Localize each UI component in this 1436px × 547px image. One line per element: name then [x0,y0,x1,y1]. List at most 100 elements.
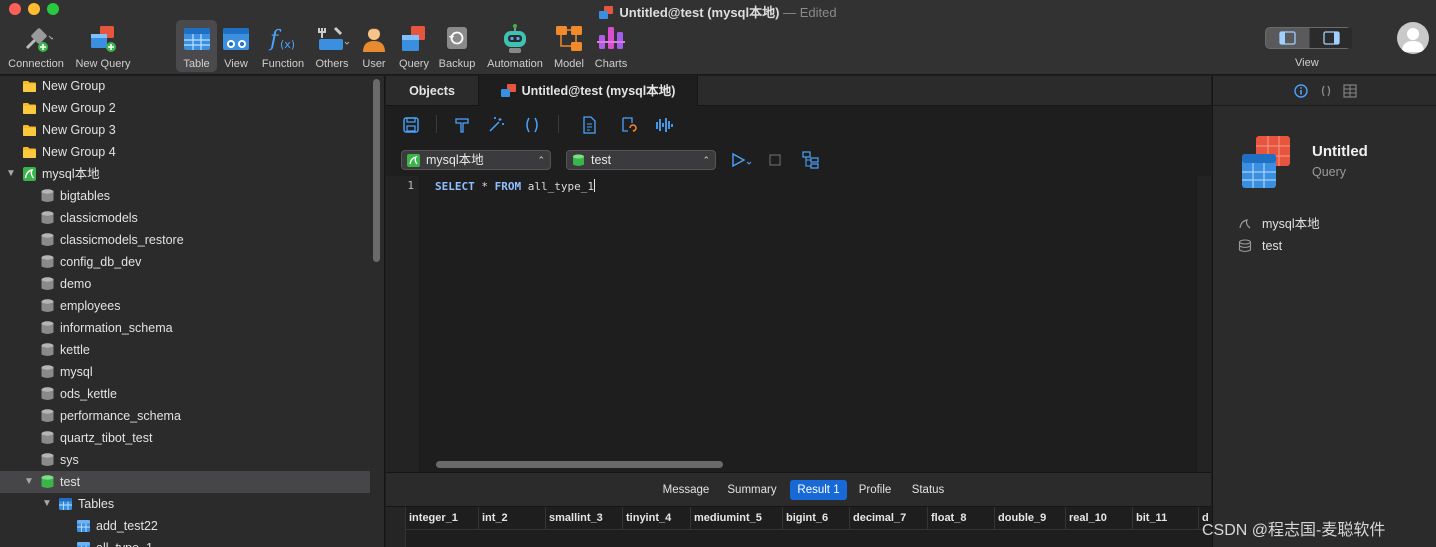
ddl-icon[interactable] [1319,84,1333,98]
new-query-label: New Query [75,58,131,70]
sidebar-database[interactable]: information_schema [0,317,370,339]
query-document-icon [599,6,614,19]
disclosure-arrow-icon[interactable]: ▼ [6,163,16,185]
account-avatar[interactable] [1397,22,1429,54]
result-grid: integer_1 int_2 smallint_3 tinyint_4 mediumi… [386,506,1219,547]
result-tab-summary[interactable]: Summary [720,480,784,500]
sidebar-group[interactable]: New Group 2 [0,97,370,119]
user-button[interactable]: User [357,20,391,72]
result-tab-label: Message [662,484,710,496]
result-tab-profile[interactable]: Profile [852,480,898,500]
sidebar-database[interactable]: mysql [0,361,370,383]
format-icon[interactable] [452,115,472,135]
explain-icon[interactable] [802,151,820,169]
parentheses-icon[interactable] [522,115,542,135]
tree-item-label: information_schema [60,321,173,335]
sidebar-database[interactable]: employees [0,295,370,317]
stop-icon[interactable] [769,154,781,166]
title-bar: Untitled@test (mysql本地) — Edited Connect… [0,0,1436,75]
sidebar-scrollbar[interactable] [373,79,380,262]
tab-objects[interactable]: Objects [386,76,479,106]
sidebar-database[interactable]: sys [0,449,370,471]
export-result-icon[interactable] [618,115,638,135]
info-icon[interactable] [1294,84,1308,98]
person-icon [1402,28,1424,52]
column-header[interactable]: mediumint_5 [691,507,783,529]
charts-button[interactable]: Charts [592,20,630,72]
query-label: Query [399,58,429,70]
new-query-button[interactable]: New Query [72,20,134,72]
disclosure-arrow-icon[interactable]: ▼ [24,471,34,493]
sidebar-connection[interactable]: ▼ mysql本地 [0,163,370,185]
column-header[interactable]: decimal_7 [850,507,928,529]
model-button[interactable]: Model [550,20,588,72]
sidebar-database[interactable]: ods_kettle [0,383,370,405]
backup-button[interactable]: Backup [436,20,478,72]
column-header[interactable]: smallint_3 [546,507,623,529]
toggle-right-panel-button[interactable] [1309,28,1352,48]
database-icon [41,387,54,400]
sidebar-database[interactable]: kettle [0,339,370,361]
column-header[interactable]: bigint_6 [783,507,850,529]
save-icon[interactable] [401,115,421,135]
run-icon[interactable] [730,152,752,168]
column-header[interactable]: float_8 [928,507,995,529]
tree-item-label: demo [60,277,92,291]
column-header[interactable]: bit_11 [1133,507,1199,529]
view-button[interactable]: View [218,20,254,72]
editor-horizontal-scrollbar[interactable] [436,461,723,468]
function-button[interactable]: f (x) Function [258,20,308,72]
object-type: Query [1312,165,1347,179]
disclosure-arrow-icon[interactable]: ▼ [42,493,52,515]
column-header[interactable]: double_9 [995,507,1066,529]
sidebar-database[interactable]: classicmodels [0,207,370,229]
sidebar-database[interactable]: classicmodels_restore [0,229,370,251]
result-tab-bar: Message Summary Result 1 Profile Status [386,472,1211,506]
connection-select[interactable]: mysql本地 ⌃ [401,150,551,170]
result-tab-message[interactable]: Message [654,480,718,500]
result-tab-status[interactable]: Status [904,480,952,500]
column-header[interactable]: real_10 [1066,507,1133,529]
sidebar-tables-folder[interactable]: ▼ Tables [0,493,370,515]
object-title: Untitled [1312,143,1368,160]
sidebar-database[interactable]: bigtables [0,185,370,207]
text-caret [593,179,595,192]
sidebar-group[interactable]: New Group 3 [0,119,370,141]
table-icon [77,520,90,532]
database-icon [41,189,54,202]
mysql-connection-icon [407,154,420,167]
database-select[interactable]: test ⌃ [566,150,716,170]
tree-item-label: New Group [42,79,106,93]
explain-chart-icon[interactable] [654,115,674,135]
snippet-icon[interactable] [579,115,599,135]
query-button[interactable]: Query [395,20,433,72]
column-header[interactable]: integer_1 [406,507,479,529]
others-button[interactable]: Others [310,20,354,72]
sidebar-group[interactable]: New Group 4 [0,141,370,163]
tree-item-label: test [60,475,81,489]
tree-item-label: kettle [60,343,90,357]
editor-vertical-scroll-track[interactable] [1196,176,1211,472]
code-line[interactable]: SELECT * FROM all_type_1 [435,179,595,193]
result-tab-result-1[interactable]: Result 1 [790,480,847,500]
tab-query[interactable]: Untitled@test (mysql本地) [479,76,698,106]
table-button[interactable]: Table [176,20,217,72]
new-query-icon [91,26,116,52]
sidebar-database[interactable]: config_db_dev [0,251,370,273]
automation-button[interactable]: Automation [484,20,546,72]
sidebar-database[interactable]: demo [0,273,370,295]
sidebar-table[interactable]: all_type_1 [0,537,370,547]
sidebar-group[interactable]: New Group [0,76,370,97]
preview-icon[interactable] [1343,84,1357,98]
sidebar-database-open[interactable]: ▼ test [0,471,370,493]
sidebar-table[interactable]: add_test22 [0,515,370,537]
column-header[interactable]: tinyint_4 [623,507,691,529]
connection-button[interactable]: Connection [5,20,67,72]
column-header[interactable]: int_2 [479,507,546,529]
sidebar-database[interactable]: quartz_tibot_test [0,427,370,449]
sql-editor[interactable]: 1 SELECT * FROM all_type_1 [386,176,1211,472]
tree-item-label: add_test22 [96,519,158,533]
sidebar-database[interactable]: performance_schema [0,405,370,427]
magic-wand-icon[interactable] [486,115,506,135]
toggle-left-panel-button[interactable] [1266,28,1309,48]
